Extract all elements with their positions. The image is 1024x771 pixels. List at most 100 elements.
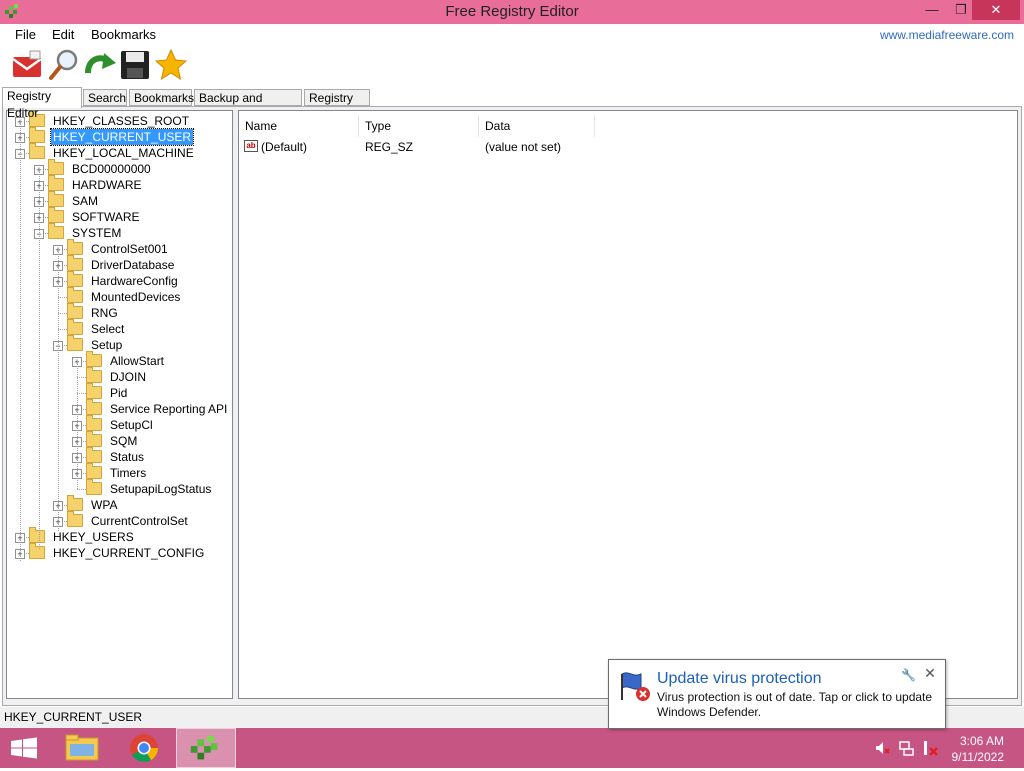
tree-node-label: SYSTEM bbox=[72, 226, 122, 240]
toolbar bbox=[0, 44, 1024, 88]
save-floppy-icon[interactable] bbox=[117, 47, 153, 83]
folder-icon bbox=[67, 495, 83, 511]
tree-node-label: HARDWARE bbox=[72, 178, 142, 192]
notification-body: Virus protection is out of date. Tap or … bbox=[657, 690, 933, 719]
windows-start-icon bbox=[11, 737, 37, 759]
defender-notification[interactable]: Update virus protection Virus protection… bbox=[608, 659, 946, 729]
value-type: REG_SZ bbox=[365, 140, 414, 154]
tree-node-label: Service Reporting API bbox=[110, 402, 228, 416]
registry-tree[interactable]: + HKEY_CLASSES_ROOT + HKEY_CURRENT_USER − HKE… bbox=[6, 110, 233, 699]
notification-close-button[interactable]: ✕ bbox=[923, 666, 937, 680]
website-link[interactable]: www.mediafreeware.com bbox=[880, 28, 1014, 42]
windows-defender-flag-icon bbox=[621, 672, 650, 701]
value-data: (value not set) bbox=[485, 140, 562, 154]
folder-icon bbox=[86, 367, 102, 383]
folder-icon bbox=[67, 287, 83, 303]
tab-registry-editor[interactable]: Registry Editor bbox=[2, 87, 82, 120]
folder-icon bbox=[67, 303, 83, 319]
tree-node-label: Status bbox=[110, 450, 145, 464]
folder-icon bbox=[86, 383, 102, 399]
folder-icon bbox=[86, 479, 102, 495]
tree-connector bbox=[58, 313, 67, 314]
tree-node-label: WPA bbox=[91, 498, 118, 512]
tree-guide-line bbox=[20, 121, 21, 561]
tab-search[interactable]: Search bbox=[83, 89, 127, 106]
folder-icon bbox=[29, 543, 45, 559]
start-button[interactable] bbox=[0, 728, 60, 768]
column-header-type[interactable]: Type bbox=[359, 115, 479, 137]
tab-bookmarks[interactable]: Bookmarks bbox=[129, 89, 194, 106]
tree-node-label: CurrentControlSet bbox=[91, 514, 188, 528]
folder-icon bbox=[29, 143, 45, 159]
folder-icon bbox=[67, 271, 83, 287]
refresh-arrow-icon[interactable] bbox=[82, 47, 118, 83]
menu-file[interactable]: File bbox=[15, 27, 36, 42]
notification-title: Update virus protection bbox=[657, 670, 822, 687]
tree-node-label: ControlSet001 bbox=[91, 242, 168, 256]
taskbar-registry-editor[interactable] bbox=[176, 728, 236, 768]
string-value-icon: ab bbox=[244, 140, 258, 152]
chrome-icon bbox=[130, 734, 158, 762]
tab-strip: Registry Editor Search Bookmarks Backup … bbox=[0, 87, 1024, 122]
window-title: Free Registry Editor bbox=[445, 3, 579, 20]
notification-settings-icon[interactable]: 🔧 bbox=[901, 668, 916, 682]
folder-icon bbox=[48, 175, 64, 191]
clock-date: 9/11/2022 bbox=[951, 750, 1005, 764]
mail-icon[interactable] bbox=[10, 47, 46, 83]
value-name: (Default) bbox=[261, 140, 308, 154]
folder-icon bbox=[67, 239, 83, 255]
tree-node-label: HKEY_CURRENT_CONFIG bbox=[53, 546, 205, 560]
column-header-data[interactable]: Data bbox=[479, 115, 595, 137]
registry-editor-icon bbox=[190, 735, 218, 760]
folder-icon bbox=[86, 399, 102, 415]
system-clock[interactable]: 3:06 AM 9/11/2022 bbox=[952, 733, 1005, 765]
values-list[interactable]: Name Type Data ab (Default) REG_SZ (valu… bbox=[238, 110, 1018, 699]
tree-connector bbox=[58, 297, 67, 298]
taskbar-chrome[interactable] bbox=[114, 728, 174, 768]
search-magnifier-icon[interactable] bbox=[47, 47, 83, 83]
menu-edit[interactable]: Edit bbox=[52, 27, 74, 42]
folder-icon bbox=[67, 319, 83, 335]
folder-icon bbox=[48, 191, 64, 207]
tree-node-label: SOFTWARE bbox=[72, 210, 140, 224]
tree-node-label: Select bbox=[91, 322, 125, 336]
menu-bookmarks[interactable]: Bookmarks bbox=[91, 27, 156, 42]
tree-node-label: SetupapiLogStatus bbox=[110, 482, 212, 496]
tree-node-label: SAM bbox=[72, 194, 99, 208]
folder-icon bbox=[86, 431, 102, 447]
tree-node-label: SQM bbox=[110, 434, 138, 448]
tree-node-label: HKEY_USERS bbox=[53, 530, 134, 544]
folder-icon bbox=[86, 351, 102, 367]
tree-guide-line bbox=[39, 169, 40, 549]
column-header-name[interactable]: Name bbox=[239, 115, 359, 137]
action-center-warning-icon[interactable] bbox=[922, 740, 938, 756]
folder-icon bbox=[29, 127, 45, 143]
folder-icon bbox=[86, 447, 102, 463]
tree-node-label: DriverDatabase bbox=[91, 258, 175, 272]
folder-icon bbox=[48, 207, 64, 223]
tree-node-label: HKEY_LOCAL_MACHINE bbox=[53, 146, 194, 160]
network-icon[interactable] bbox=[898, 740, 914, 756]
close-button[interactable]: ✕ bbox=[972, 0, 1020, 20]
tree-guide-line bbox=[77, 361, 78, 489]
status-text: HKEY_CURRENT_USER bbox=[4, 710, 143, 724]
folder-icon bbox=[67, 255, 83, 271]
tree-node-label: DJOIN bbox=[110, 370, 146, 384]
folder-icon bbox=[67, 335, 83, 351]
taskbar-file-explorer[interactable] bbox=[52, 728, 112, 768]
tree-node-label: AllowStart bbox=[110, 354, 165, 368]
tree-node-label: MountedDevices bbox=[91, 290, 181, 304]
file-explorer-icon bbox=[65, 734, 99, 761]
folder-icon bbox=[86, 415, 102, 431]
tree-node-label: Setup bbox=[91, 338, 123, 352]
tab-registry-diff[interactable]: Registry Diff bbox=[304, 89, 370, 122]
tree-node-label: Timers bbox=[110, 466, 147, 480]
tree-connector bbox=[77, 489, 86, 490]
title-bar: Free Registry Editor — ❐ ✕ bbox=[0, 0, 1024, 24]
folder-icon bbox=[86, 463, 102, 479]
tree-node-label: Pid bbox=[110, 386, 128, 400]
tab-backup-and-restore[interactable]: Backup and Restore bbox=[194, 89, 302, 122]
volume-muted-icon[interactable] bbox=[874, 740, 890, 756]
tree-node-label: HKEY_CLASSES_ROOT bbox=[53, 114, 190, 128]
bookmark-star-icon[interactable] bbox=[153, 47, 189, 83]
